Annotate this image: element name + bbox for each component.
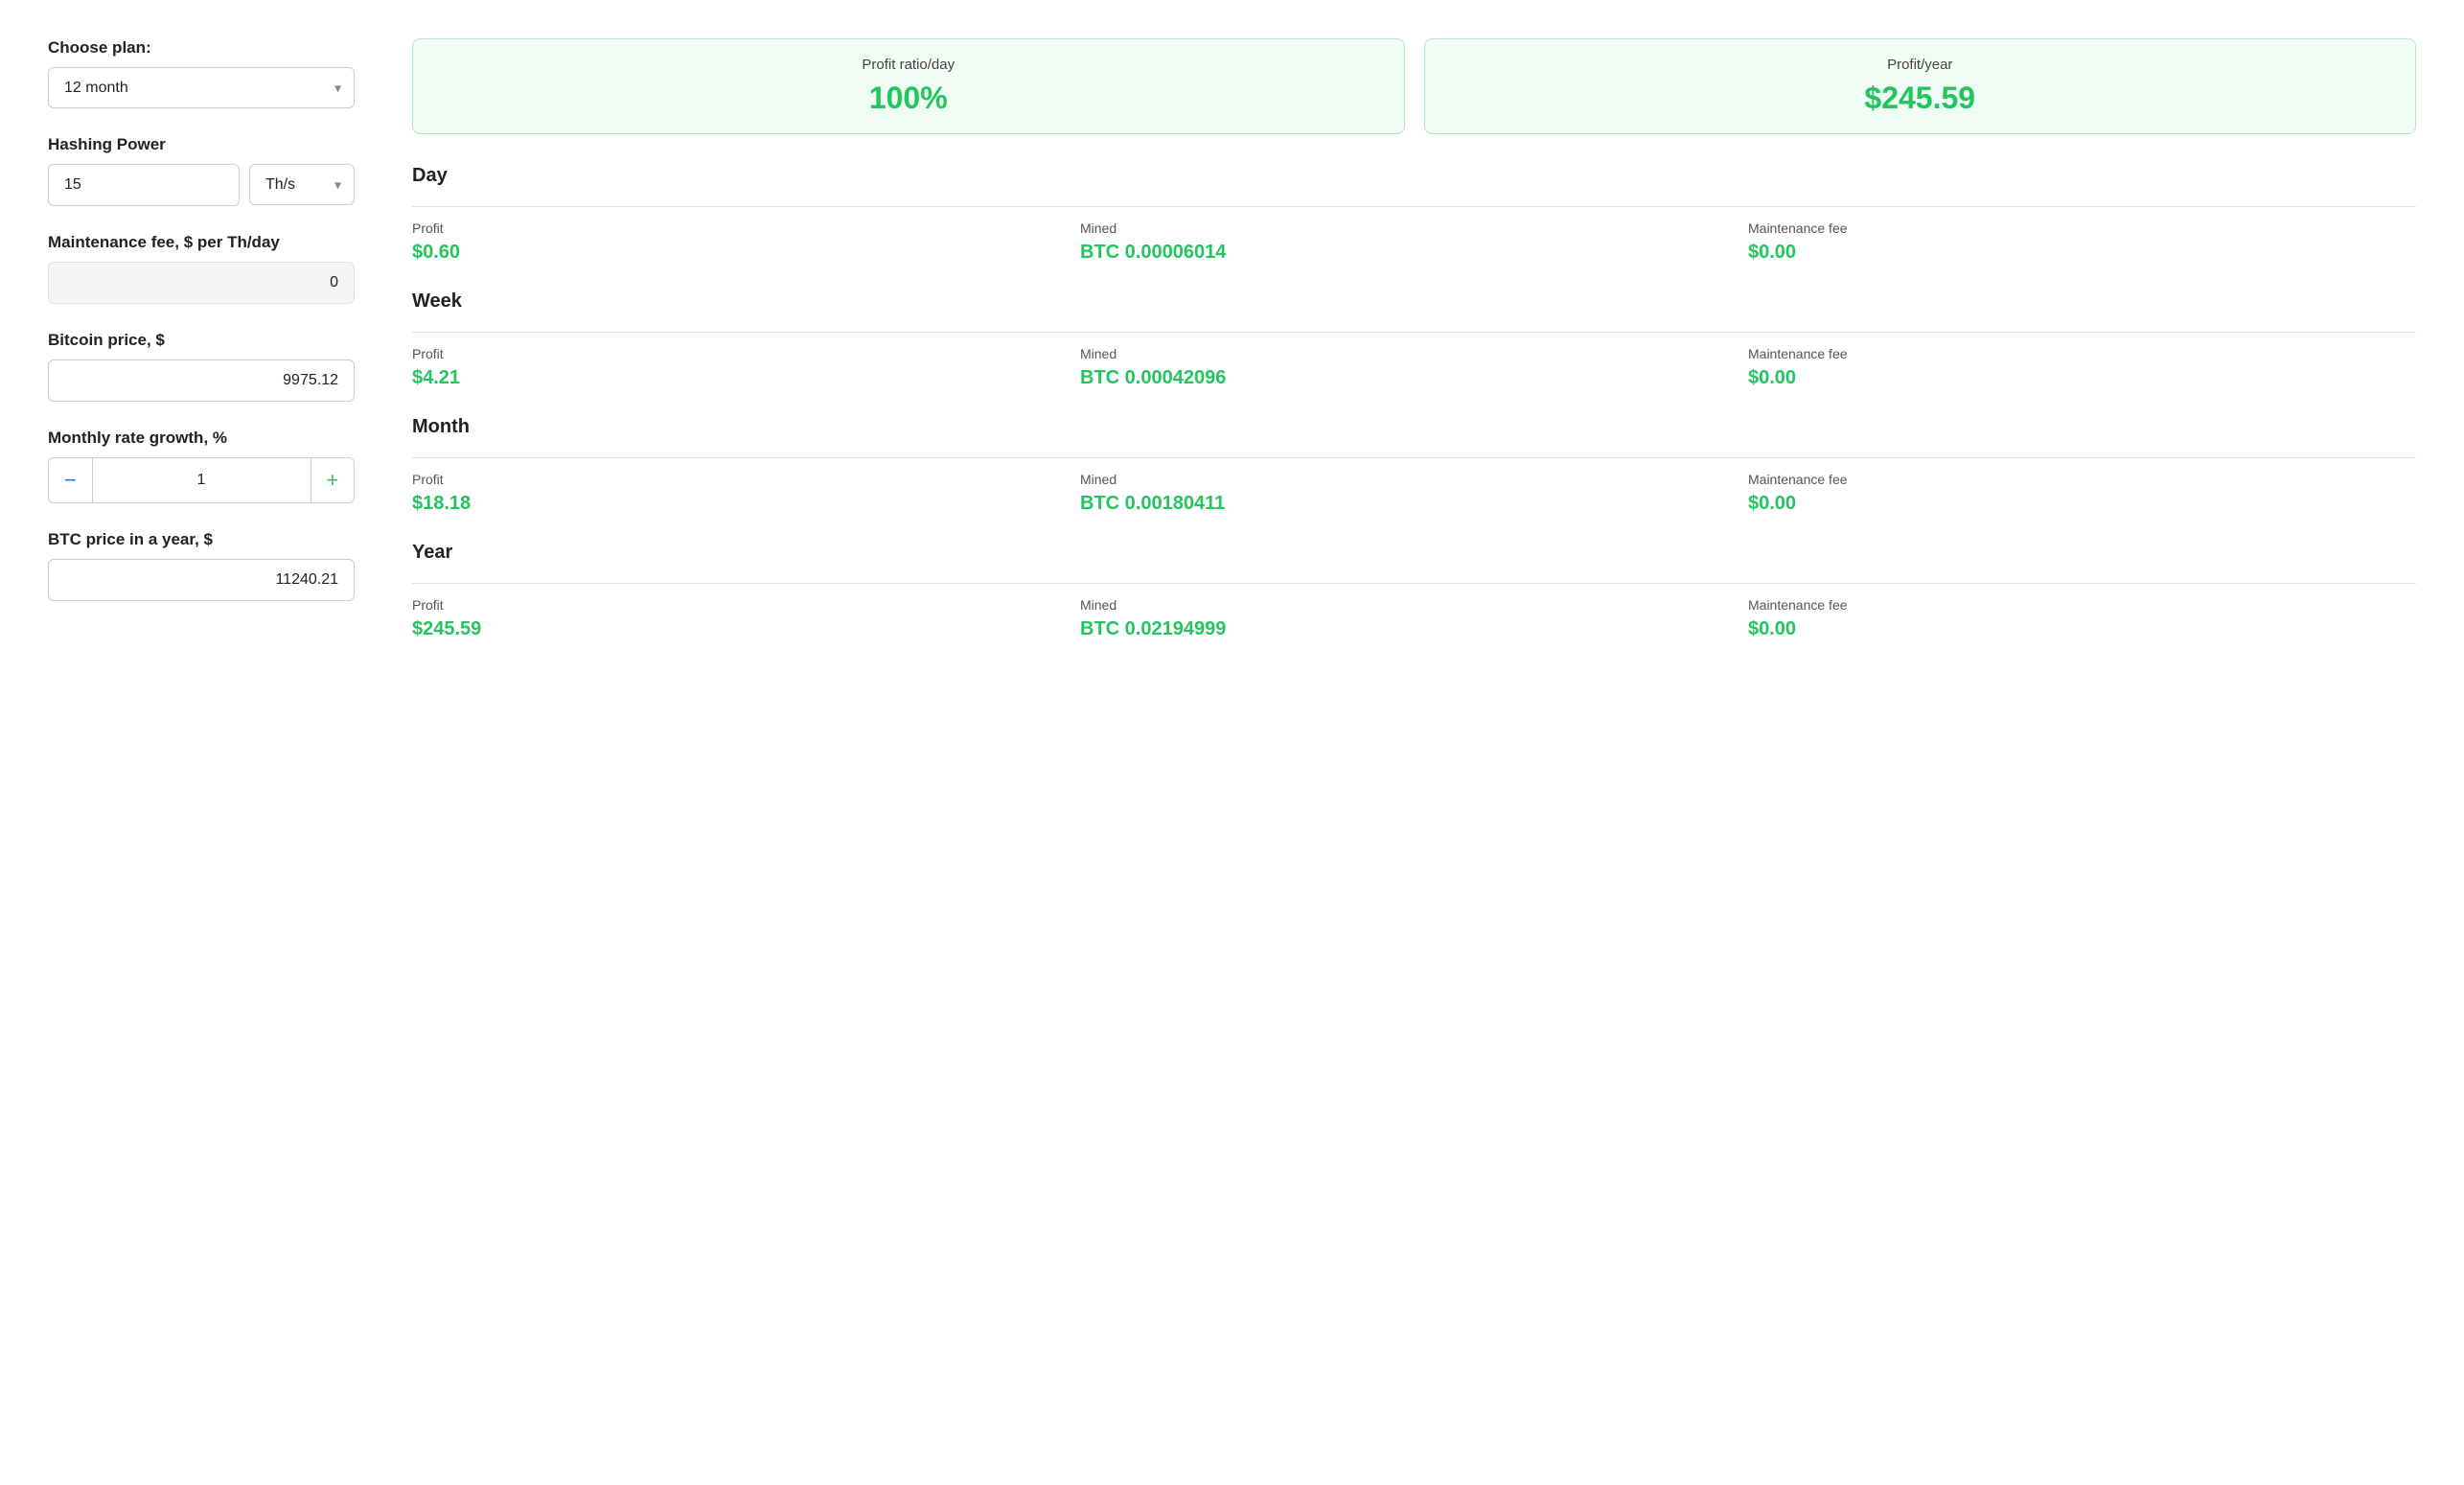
- fee-col: Maintenance fee $0.00: [1748, 220, 2416, 264]
- plan-select-wrapper[interactable]: 12 month 6 month 3 month 1 month ▾: [48, 67, 355, 108]
- profit-ratio-value: 100%: [436, 81, 1381, 116]
- mined-label: Mined: [1080, 220, 1748, 236]
- profit-col: Profit $245.59: [412, 597, 1080, 640]
- mined-value: BTC 0.00180411: [1080, 493, 1748, 515]
- main-layout: Choose plan: 12 month 6 month 3 month 1 …: [48, 38, 2416, 667]
- btc-price-year-group: BTC price in a year, $: [48, 530, 355, 601]
- period-row: Profit $18.18 Mined BTC 0.00180411 Maint…: [412, 472, 2416, 515]
- profit-ratio-card: Profit ratio/day 100%: [412, 38, 1405, 134]
- profit-year-card: Profit/year $245.59: [1424, 38, 2417, 134]
- period-title: Year: [412, 542, 2416, 571]
- fee-label: Maintenance fee: [1748, 346, 2416, 361]
- fee-label: Maintenance fee: [1748, 472, 2416, 487]
- summary-cards: Profit ratio/day 100% Profit/year $245.5…: [412, 38, 2416, 134]
- stepper-row: − +: [48, 457, 355, 503]
- unit-select[interactable]: Th/s Ph/s Gh/s: [249, 164, 355, 205]
- hashing-value-wrapper[interactable]: [48, 164, 240, 206]
- period-title: Day: [412, 165, 2416, 195]
- hashing-power-input[interactable]: [48, 164, 240, 206]
- mined-col: Mined BTC 0.00006014: [1080, 220, 1748, 264]
- maintenance-fee-input[interactable]: [48, 262, 355, 304]
- btc-price-year-label: BTC price in a year, $: [48, 530, 355, 549]
- profit-label: Profit: [412, 597, 1080, 613]
- profit-col: Profit $18.18: [412, 472, 1080, 515]
- period-row: Profit $245.59 Mined BTC 0.02194999 Main…: [412, 597, 2416, 640]
- period-row: Profit $0.60 Mined BTC 0.00006014 Mainte…: [412, 220, 2416, 264]
- choose-plan-label: Choose plan:: [48, 38, 355, 58]
- profit-label: Profit: [412, 472, 1080, 487]
- fee-col: Maintenance fee $0.00: [1748, 472, 2416, 515]
- fee-value: $0.00: [1748, 618, 2416, 640]
- period-title: Week: [412, 290, 2416, 320]
- fee-col: Maintenance fee $0.00: [1748, 597, 2416, 640]
- fee-value: $0.00: [1748, 493, 2416, 515]
- bitcoin-price-group: Bitcoin price, $: [48, 331, 355, 402]
- profit-value: $245.59: [412, 618, 1080, 640]
- mined-value: BTC 0.00042096: [1080, 367, 1748, 389]
- right-panel: Profit ratio/day 100% Profit/year $245.5…: [412, 38, 2416, 667]
- fee-label: Maintenance fee: [1748, 220, 2416, 236]
- hashing-row: Th/s Ph/s Gh/s ▾: [48, 164, 355, 206]
- left-panel: Choose plan: 12 month 6 month 3 month 1 …: [48, 38, 355, 667]
- fee-col: Maintenance fee $0.00: [1748, 346, 2416, 389]
- maintenance-fee-label: Maintenance fee, $ per Th/day: [48, 233, 355, 252]
- mined-value: BTC 0.02194999: [1080, 618, 1748, 640]
- period-row: Profit $4.21 Mined BTC 0.00042096 Mainte…: [412, 346, 2416, 389]
- mined-col: Mined BTC 0.02194999: [1080, 597, 1748, 640]
- mined-col: Mined BTC 0.00180411: [1080, 472, 1748, 515]
- fee-label: Maintenance fee: [1748, 597, 2416, 613]
- btc-price-year-input[interactable]: [48, 559, 355, 601]
- mined-label: Mined: [1080, 597, 1748, 613]
- profit-value: $18.18: [412, 493, 1080, 515]
- period-section-month: Month Profit $18.18 Mined BTC 0.00180411…: [412, 416, 2416, 515]
- profit-year-value: $245.59: [1448, 81, 2393, 116]
- period-divider: [412, 206, 2416, 207]
- period-title: Month: [412, 416, 2416, 446]
- monthly-rate-input[interactable]: [92, 458, 311, 502]
- period-section-week: Week Profit $4.21 Mined BTC 0.00042096 M…: [412, 290, 2416, 389]
- profit-year-label: Profit/year: [1448, 57, 2393, 73]
- profit-col: Profit $0.60: [412, 220, 1080, 264]
- period-section-year: Year Profit $245.59 Mined BTC 0.02194999…: [412, 542, 2416, 640]
- profit-col: Profit $4.21: [412, 346, 1080, 389]
- profit-value: $0.60: [412, 242, 1080, 264]
- profit-label: Profit: [412, 346, 1080, 361]
- period-divider: [412, 332, 2416, 333]
- period-sections: Day Profit $0.60 Mined BTC 0.00006014 Ma…: [412, 165, 2416, 640]
- bitcoin-price-input[interactable]: [48, 360, 355, 402]
- mined-col: Mined BTC 0.00042096: [1080, 346, 1748, 389]
- unit-select-wrapper[interactable]: Th/s Ph/s Gh/s ▾: [249, 164, 355, 206]
- plan-select[interactable]: 12 month 6 month 3 month 1 month: [48, 67, 355, 108]
- bitcoin-price-label: Bitcoin price, $: [48, 331, 355, 350]
- monthly-rate-label: Monthly rate growth, %: [48, 429, 355, 448]
- choose-plan-group: Choose plan: 12 month 6 month 3 month 1 …: [48, 38, 355, 108]
- maintenance-fee-group: Maintenance fee, $ per Th/day: [48, 233, 355, 304]
- mined-label: Mined: [1080, 472, 1748, 487]
- period-divider: [412, 457, 2416, 458]
- stepper-minus-button[interactable]: −: [49, 458, 92, 502]
- profit-value: $4.21: [412, 367, 1080, 389]
- fee-value: $0.00: [1748, 367, 2416, 389]
- profit-ratio-label: Profit ratio/day: [436, 57, 1381, 73]
- hashing-power-group: Hashing Power Th/s Ph/s Gh/s ▾: [48, 135, 355, 206]
- profit-label: Profit: [412, 220, 1080, 236]
- period-section-day: Day Profit $0.60 Mined BTC 0.00006014 Ma…: [412, 165, 2416, 264]
- hashing-power-label: Hashing Power: [48, 135, 355, 154]
- mined-label: Mined: [1080, 346, 1748, 361]
- stepper-plus-button[interactable]: +: [311, 458, 355, 502]
- period-divider: [412, 583, 2416, 584]
- mined-value: BTC 0.00006014: [1080, 242, 1748, 264]
- fee-value: $0.00: [1748, 242, 2416, 264]
- monthly-rate-group: Monthly rate growth, % − +: [48, 429, 355, 503]
